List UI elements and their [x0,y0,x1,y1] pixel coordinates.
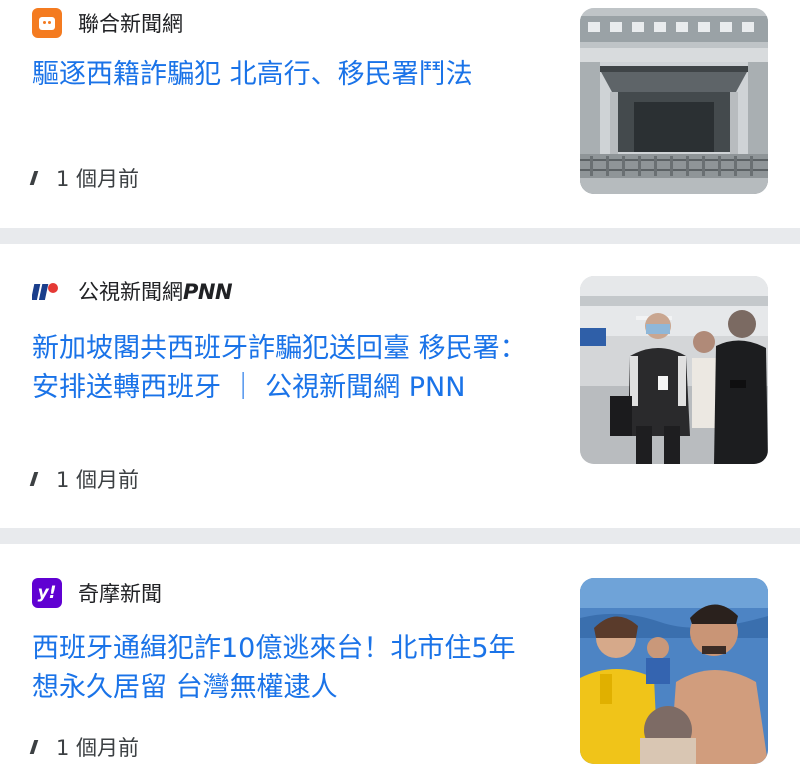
udn-logo-icon [32,8,62,38]
news-card-2[interactable]: 公視新聞網PNN 新加坡閣共西班牙詐騙犯送回臺 移民署：安排送轉西班牙 ｜ 公視… [0,244,800,528]
source-name: 奇摩新聞 [78,582,162,606]
separator-mark [29,472,39,486]
timestamp: 1 個月前 [29,464,139,494]
article-title[interactable]: 驅逐西籍詐騙犯 北高行、移民署鬥法 [32,55,542,94]
article-title[interactable]: 新加坡閣共西班牙詐騙犯送回臺 移民署：安排送轉西班牙 ｜ 公視新聞網 PNN [32,329,542,407]
source-name: 聯合新聞網 [78,12,183,36]
airport-escort-image [580,276,768,464]
article-title[interactable]: 西班牙通緝犯詐10億逃來台！北市住5年想永久居留 台灣無權逮人 [32,629,542,707]
separator-mark [29,171,39,185]
separator-mark [29,740,39,754]
timestamp: 1 個月前 [29,732,139,762]
beach-photo-image [580,578,768,764]
article-thumbnail[interactable] [580,578,768,764]
news-card-3[interactable]: y! 奇摩新聞 西班牙通緝犯詐10億逃來台！北市住5年想永久居留 台灣無權逮人 … [0,544,800,784]
pnn-wordmark: PNN [183,280,233,304]
source-name: 公視新聞網PNN [78,280,233,304]
source-row: 聯合新聞網 [32,8,183,38]
timestamp: 1 個月前 [29,163,139,193]
news-card-1[interactable]: 聯合新聞網 驅逐西籍詐騙犯 北高行、移民署鬥法 1 個月前 [0,0,800,228]
article-thumbnail[interactable] [580,8,768,194]
source-row: y! 奇摩新聞 [32,578,162,608]
article-thumbnail[interactable] [580,276,768,464]
pts-logo-icon [30,276,62,306]
yahoo-logo-icon: y! [32,578,62,608]
source-row: 公視新聞網PNN [30,276,233,306]
government-building-image [580,8,768,194]
